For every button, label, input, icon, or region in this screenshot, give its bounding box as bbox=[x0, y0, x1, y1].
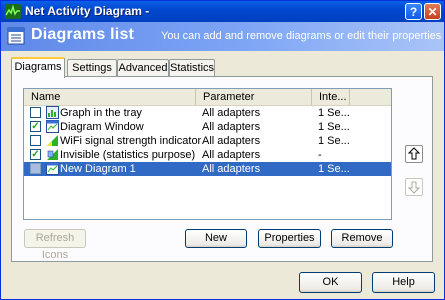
row-checkbox[interactable]: ✓ bbox=[30, 149, 41, 160]
tab-settings[interactable]: Settings bbox=[67, 59, 117, 76]
move-up-button[interactable] bbox=[405, 145, 423, 163]
row-interval: 1 Se... bbox=[318, 107, 350, 119]
list-header: Name Parameter Inte... bbox=[24, 89, 391, 106]
row-interval: - bbox=[318, 149, 322, 161]
row-name: Invisible (statistics purpose) bbox=[60, 149, 196, 161]
statistics-icon bbox=[47, 149, 58, 160]
row-parameter: All adapters bbox=[202, 107, 261, 119]
row-name: Graph in the tray bbox=[60, 107, 142, 119]
tab-advanced[interactable]: Advanced bbox=[117, 59, 169, 76]
page-header: Diagrams list You can add and remove dia… bbox=[1, 22, 444, 51]
new-button[interactable]: New bbox=[185, 229, 247, 248]
list-item-selected[interactable]: New Diagram 1 All adapters 1 Se... bbox=[24, 162, 391, 176]
row-parameter: All adapters bbox=[202, 121, 261, 133]
row-name: Diagram Window bbox=[60, 121, 144, 133]
column-header-parameter[interactable]: Parameter bbox=[196, 89, 312, 105]
row-parameter: All adapters bbox=[202, 149, 261, 161]
title-bar[interactable]: Net Activity Diagram - ? ✕ bbox=[1, 1, 444, 22]
row-parameter: All adapters bbox=[202, 163, 261, 175]
list-item[interactable]: ✓ Diagram Window All adapters 1 Se... bbox=[24, 120, 391, 134]
ok-button[interactable]: OK bbox=[299, 272, 362, 293]
diagrams-list[interactable]: Name Parameter Inte... Graph in the tray… bbox=[23, 88, 392, 220]
row-interval: 1 Se... bbox=[318, 163, 350, 175]
properties-button[interactable]: Properties bbox=[258, 229, 321, 248]
row-parameter: All adapters bbox=[202, 135, 261, 147]
row-checkbox[interactable] bbox=[30, 107, 41, 118]
move-down-button[interactable] bbox=[405, 178, 423, 196]
list-item[interactable]: Graph in the tray All adapters 1 Se... bbox=[24, 106, 391, 120]
dialog-window: Net Activity Diagram - ? ✕ Diagrams list… bbox=[0, 0, 445, 300]
row-checkbox[interactable] bbox=[30, 163, 41, 174]
row-name: New Diagram 1 bbox=[60, 163, 136, 175]
help-button[interactable]: Help bbox=[372, 272, 435, 293]
tray-graph-icon bbox=[46, 106, 59, 119]
wifi-signal-icon bbox=[47, 135, 58, 146]
page-title: Diagrams list bbox=[31, 26, 135, 43]
diagrams-list-icon bbox=[7, 27, 25, 45]
move-down-icon bbox=[407, 181, 421, 194]
diagram-window-icon bbox=[46, 162, 59, 175]
column-header-name[interactable]: Name bbox=[24, 89, 196, 105]
page-description: You can add and remove diagrams or edit … bbox=[161, 30, 442, 42]
app-icon bbox=[5, 4, 21, 19]
row-checkbox[interactable]: ✓ bbox=[30, 121, 41, 132]
row-interval: 1 Se... bbox=[318, 121, 350, 133]
row-checkbox[interactable] bbox=[30, 135, 41, 146]
window-title: Net Activity Diagram - bbox=[25, 4, 150, 18]
remove-button[interactable]: Remove bbox=[331, 229, 393, 248]
list-item[interactable]: ✓ Invisible (statistics purpose) All ada… bbox=[24, 148, 391, 162]
row-interval: 1 Se... bbox=[318, 135, 350, 147]
tab-diagrams[interactable]: Diagrams bbox=[11, 57, 65, 78]
list-item[interactable]: WiFi signal strength indicator All adapt… bbox=[24, 134, 391, 148]
help-titlebar-button[interactable]: ? bbox=[405, 3, 422, 20]
close-button[interactable]: ✕ bbox=[424, 3, 441, 20]
row-name: WiFi signal strength indicator bbox=[60, 135, 202, 147]
refresh-icons-button[interactable]: Refresh Icons bbox=[24, 229, 86, 261]
diagram-window-icon bbox=[46, 120, 59, 133]
tab-statistics[interactable]: Statistics bbox=[169, 59, 215, 76]
move-up-icon bbox=[407, 147, 421, 160]
column-header-interval[interactable]: Inte... bbox=[312, 89, 350, 105]
